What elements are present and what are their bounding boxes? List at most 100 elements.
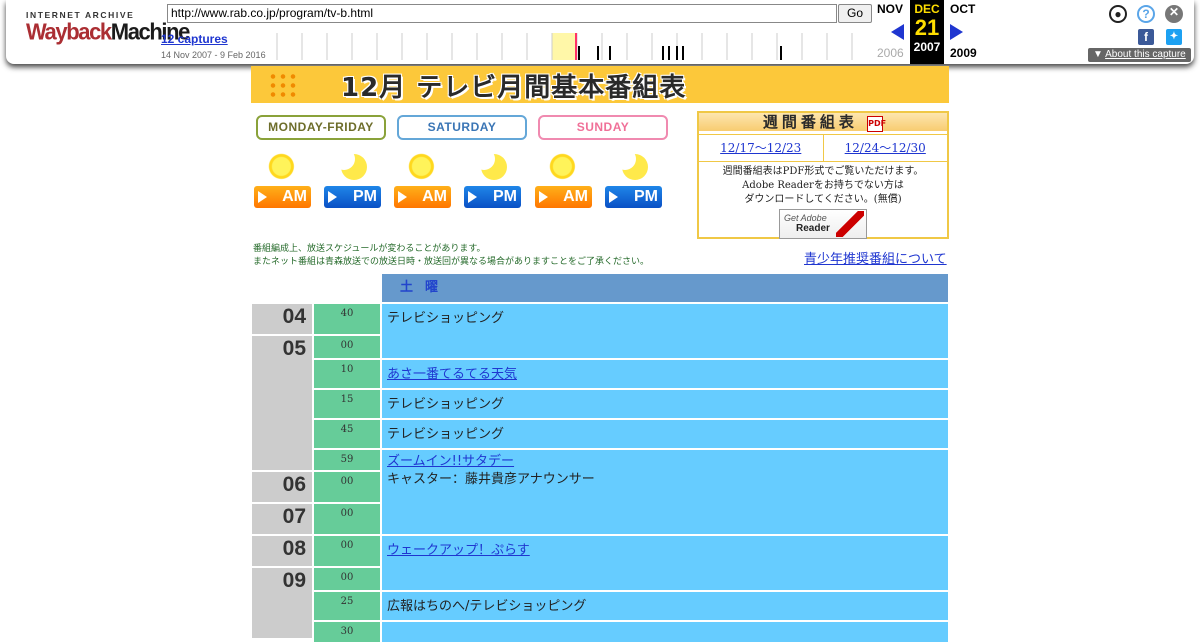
- adobe-logo-icon: [836, 211, 864, 237]
- minute-cell: 15: [314, 390, 380, 418]
- capture-bar: [609, 46, 611, 60]
- captures-link[interactable]: 12 captures: [161, 32, 228, 46]
- minute-cell: 25: [314, 592, 380, 620]
- sun-icon: [407, 152, 439, 184]
- capture-bar: [668, 46, 670, 60]
- capture-bar: [682, 46, 684, 60]
- pm-label: PM: [324, 186, 381, 208]
- hour-cell: 04: [252, 304, 312, 334]
- capture-bar: [676, 46, 678, 60]
- banner-dots-icon: [268, 72, 298, 98]
- capture-bars: [575, 33, 782, 60]
- weekly-link-2[interactable]: 12/24～12/30: [822, 135, 948, 161]
- hour-cell: 09: [252, 568, 312, 638]
- current-month: DEC: [914, 2, 940, 16]
- current-capture-date: DEC 21 2007: [910, 0, 944, 64]
- wayback-logo[interactable]: INTERNET ARCHIVE WaybackMachine: [26, 10, 190, 50]
- next-month-link[interactable]: OCT: [950, 2, 975, 16]
- get-adobe-reader-button[interactable]: Get Adobe Reader: [779, 209, 867, 239]
- program-cell: ウェークアップ！ぷらす: [382, 536, 948, 590]
- close-icon[interactable]: ✕: [1165, 5, 1183, 23]
- schedule-notes: 番組編成上、放送スケジュールが変わることがあります。 またネット番組は青森放送で…: [253, 244, 650, 267]
- hour-cell: 06: [252, 472, 312, 502]
- help-icon[interactable]: ?: [1137, 5, 1155, 23]
- minute-cell: 00: [314, 568, 380, 590]
- program-link[interactable]: あさ一番てるてる天気: [387, 367, 517, 382]
- weekly-links: 12/17～12/23 12/24～12/30: [699, 134, 947, 162]
- page-banner: 12月 テレビ月間基本番組表: [251, 66, 949, 103]
- program-cell: 広報はちのへ/テレビショッピング: [382, 592, 948, 620]
- tab-sunday[interactable]: SUNDAY: [538, 115, 668, 140]
- current-day: 21: [914, 15, 940, 40]
- youth-programs-link[interactable]: 青少年推奨番組について: [804, 248, 947, 267]
- day-header: 土曜: [382, 274, 948, 302]
- about-capture-button[interactable]: ▼ About this capture: [1088, 48, 1191, 62]
- hour-cell: 05: [252, 336, 312, 470]
- minute-cell: 00: [314, 336, 380, 358]
- saturday-am-button[interactable]: AM: [393, 150, 453, 210]
- logo-wordmark: WaybackMachine: [26, 18, 190, 45]
- minute-cell: 10: [314, 360, 380, 388]
- program-cell: ズームイン!!サタデー キャスター：藤井貴彦アナウンサー: [382, 450, 948, 534]
- am-label: AM: [394, 186, 451, 208]
- program-link[interactable]: ウェークアップ！ぷらす: [387, 543, 530, 558]
- weekday-pm-button[interactable]: PM: [323, 148, 383, 210]
- go-button[interactable]: Go: [838, 4, 872, 23]
- weekday-am-button[interactable]: AM: [253, 150, 313, 210]
- url-input[interactable]: http://www.rab.co.jp/program/tv-b.html: [167, 4, 837, 23]
- pdf-icon: PDF: [867, 116, 886, 132]
- program-link[interactable]: ズームイン!!サタデー: [387, 454, 514, 469]
- capture-bar: [578, 46, 580, 60]
- minute-cell: 00: [314, 472, 380, 502]
- program-cell: [382, 622, 948, 642]
- pm-label: PM: [464, 186, 521, 208]
- hour-cell: 08: [252, 536, 312, 566]
- next-year-link[interactable]: 2009: [950, 46, 977, 60]
- tab-saturday[interactable]: SATURDAY: [397, 115, 527, 140]
- minute-cell: 40: [314, 304, 380, 334]
- page-title: 12月 テレビ月間基本番組表: [341, 73, 687, 103]
- current-year: 2007: [913, 40, 941, 54]
- moon-icon: [614, 148, 650, 184]
- tab-monday-friday[interactable]: MONDAY-FRIDAY: [256, 115, 386, 140]
- hour-cell: 07: [252, 504, 312, 534]
- twitter-icon[interactable]: ✦: [1166, 29, 1182, 45]
- program-cell: テレビショッピング: [382, 390, 948, 418]
- capture-sparkline[interactable]: [272, 33, 872, 60]
- moon-icon: [333, 148, 369, 184]
- current-year-highlight: [552, 33, 576, 60]
- wayback-toolbar: INTERNET ARCHIVE WaybackMachine http://w…: [6, 0, 1194, 64]
- program-cell: あさ一番てるてる天気: [382, 360, 948, 388]
- prev-capture-arrow-icon[interactable]: [891, 24, 904, 40]
- prev-month-link[interactable]: NOV: [877, 2, 903, 16]
- facebook-icon[interactable]: f: [1138, 29, 1154, 45]
- minute-cell: 00: [314, 536, 380, 566]
- program-caster: キャスター：藤井貴彦アナウンサー: [387, 472, 595, 487]
- minute-cell: 30: [314, 622, 380, 642]
- weekly-link-1[interactable]: 12/17～12/23: [699, 135, 823, 161]
- minute-cell: 45: [314, 420, 380, 448]
- capture-range: 14 Nov 2007 - 9 Feb 2016: [161, 50, 266, 60]
- weekly-note: 週間番組表はPDF形式でご覧いただけます。 Adobe Readerをお持ちでな…: [722, 166, 924, 205]
- minute-cell: 59: [314, 450, 380, 470]
- minute-cell: 00: [314, 504, 380, 534]
- user-icon[interactable]: ●: [1109, 5, 1127, 23]
- sun-icon: [267, 152, 299, 184]
- capture-bar: [662, 46, 664, 60]
- capture-bar: [597, 46, 599, 60]
- capture-bar-current: [575, 33, 577, 60]
- moon-icon: [473, 148, 509, 184]
- sunday-am-button[interactable]: AM: [534, 150, 594, 210]
- pm-label: PM: [605, 186, 662, 208]
- capture-bar: [780, 46, 782, 60]
- weekly-title: 週間番組表 PDF: [699, 113, 947, 132]
- am-label: AM: [535, 186, 592, 208]
- am-label: AM: [254, 186, 311, 208]
- saturday-pm-button[interactable]: PM: [463, 148, 523, 210]
- next-capture-arrow-icon[interactable]: [950, 24, 963, 40]
- prev-year: 2006: [877, 46, 904, 60]
- sun-icon: [548, 152, 580, 184]
- sunday-pm-button[interactable]: PM: [604, 148, 664, 210]
- program-cell: テレビショッピング: [382, 420, 948, 448]
- program-cell: テレビショッピング: [382, 304, 948, 358]
